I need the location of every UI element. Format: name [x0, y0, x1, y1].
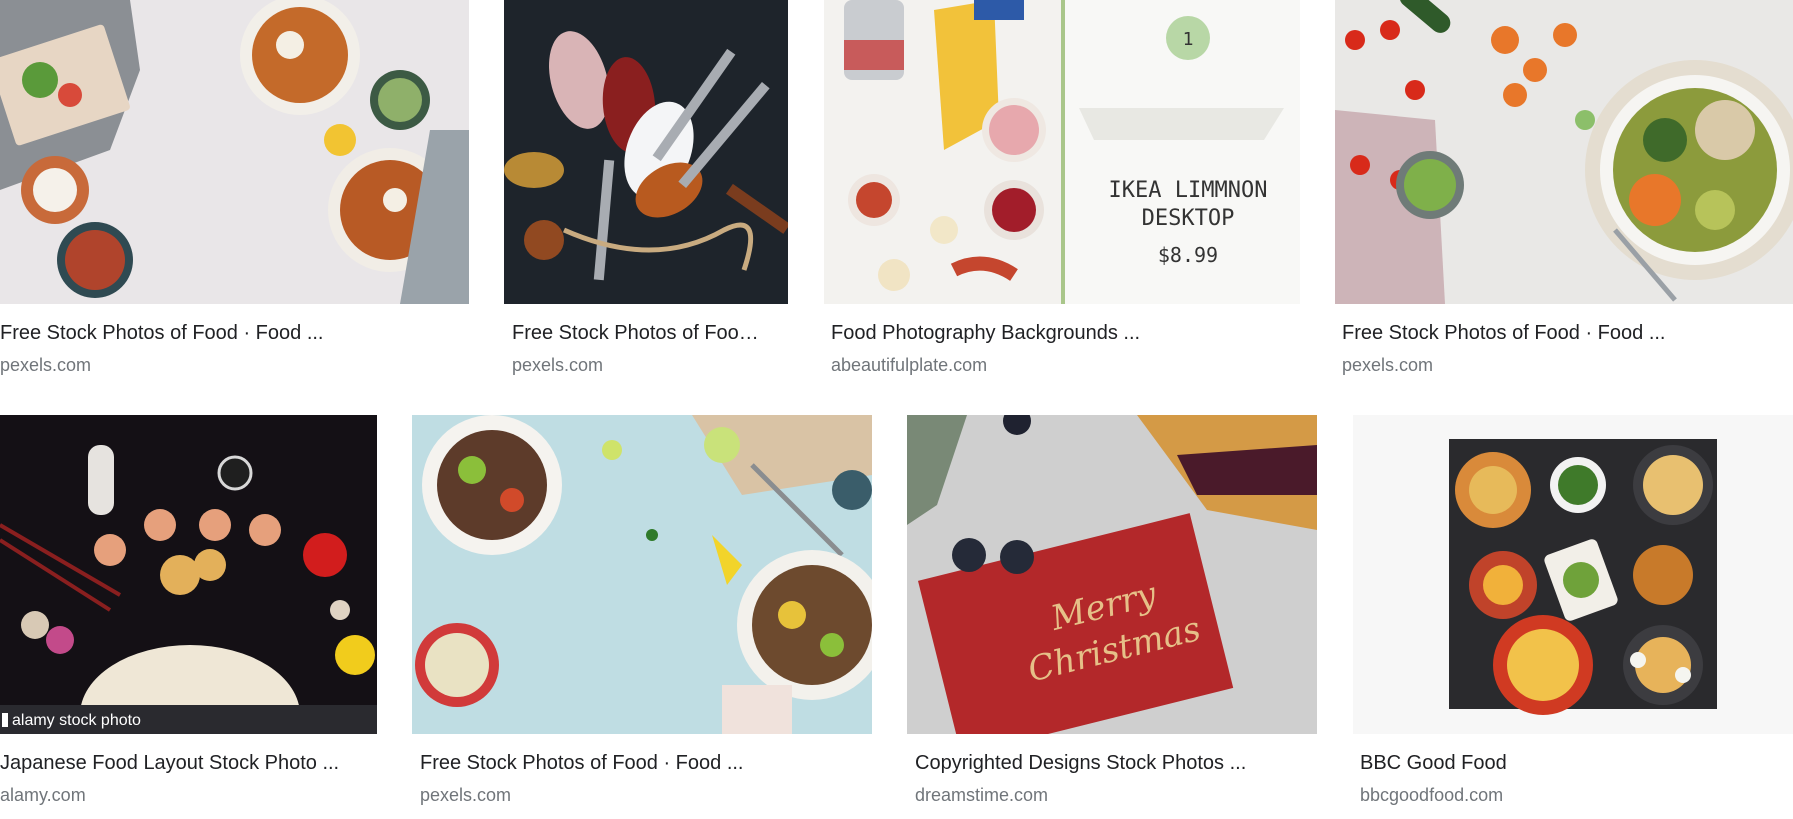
ikea-price: $8.99 [1158, 243, 1218, 267]
result-title[interactable]: Japanese Food Layout Stock Photo ... [0, 751, 370, 775]
pasta-backdrop-image: 1 IKEA LIMMNON DESKTOP $8.99 [824, 0, 1300, 304]
result-source[interactable]: pexels.com [512, 354, 603, 376]
result-thumbnail[interactable] [504, 0, 788, 304]
result-card[interactable]: Free Stock Photos of Food · Food ... pex… [412, 415, 877, 815]
result-title[interactable]: Food Photography Backgrounds ... [831, 321, 1281, 345]
result-thumbnail[interactable] [1353, 415, 1793, 734]
japanese-food-image: alamy stock photo [0, 415, 377, 734]
result-thumbnail[interactable]: 1 IKEA LIMMNON DESKTOP $8.99 [824, 0, 1300, 304]
result-thumbnail[interactable] [0, 0, 469, 304]
result-source[interactable]: alamy.com [0, 784, 86, 806]
result-card[interactable]: BBC Good Food bbcgoodfood.com [1353, 415, 1793, 815]
salad-bowls-image [412, 415, 872, 734]
result-title[interactable]: Free Stock Photos of Food · Food ... [0, 321, 460, 345]
result-title[interactable]: Free Stock Photos of Food · Food ... [1342, 321, 1782, 345]
food-flatlay-image [0, 0, 469, 304]
result-title[interactable]: Free Stock Photos of Foo… [512, 321, 787, 345]
result-card[interactable]: Merry Christmas Copyrighted Designs Stoc… [907, 415, 1322, 815]
ikea-line-1: IKEA LIMMNON [1109, 178, 1268, 203]
badge-number: 1 [1183, 29, 1194, 50]
result-source[interactable]: pexels.com [1342, 354, 1433, 376]
vegetable-bowl-image [1335, 0, 1793, 304]
result-card[interactable]: alamy stock photo Japanese Food Layout S… [0, 415, 380, 815]
christmas-card-image: Merry Christmas [907, 415, 1317, 734]
ramen-table-image [1353, 415, 1793, 734]
result-source[interactable]: dreamstime.com [915, 784, 1048, 806]
result-source[interactable]: bbcgoodfood.com [1360, 784, 1503, 806]
result-source[interactable]: pexels.com [420, 784, 511, 806]
ikea-line-2: DESKTOP [1142, 206, 1235, 231]
result-title[interactable]: Copyrighted Designs Stock Photos ... [915, 751, 1315, 775]
result-card[interactable]: 1 IKEA LIMMNON DESKTOP $8.99 Food Photog… [824, 0, 1304, 380]
result-thumbnail[interactable]: alamy stock photo [0, 415, 377, 734]
alamy-watermark: alamy stock photo [12, 712, 141, 729]
result-thumbnail[interactable]: Merry Christmas [907, 415, 1317, 734]
spice-spoons-image [504, 0, 788, 304]
result-title[interactable]: Free Stock Photos of Food · Food ... [420, 751, 860, 775]
result-card[interactable]: Free Stock Photos of Food · Food ... pex… [1335, 0, 1793, 380]
result-thumbnail[interactable] [412, 415, 872, 734]
result-thumbnail[interactable] [1335, 0, 1793, 304]
result-card[interactable]: Free Stock Photos of Foo… pexels.com [504, 0, 794, 380]
result-source[interactable]: pexels.com [0, 354, 91, 376]
image-results-grid: Free Stock Photos of Food · Food ... pex… [0, 0, 1793, 819]
result-source[interactable]: abeautifulplate.com [831, 354, 987, 376]
result-card[interactable]: Free Stock Photos of Food · Food ... pex… [0, 0, 470, 380]
result-title[interactable]: BBC Good Food [1360, 751, 1780, 775]
